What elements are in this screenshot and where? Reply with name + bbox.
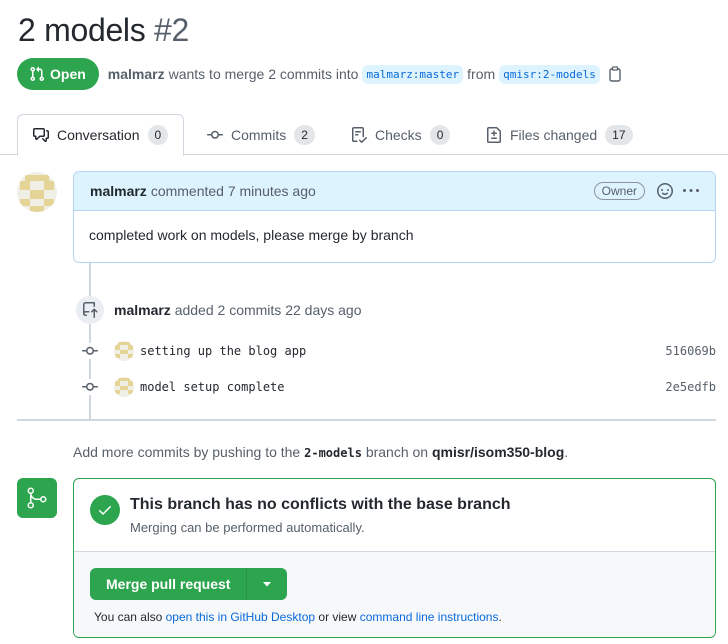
comment-author[interactable]: malmarz [90,183,147,199]
tab-counter: 0 [429,124,451,145]
comment-box: malmarz commented 7 minutes ago Owner co… [73,171,716,263]
also-text: You can also [94,610,163,624]
timeline-line [89,324,91,419]
tab-conversation[interactable]: Conversation 0 [17,114,185,156]
state-label: Open [50,66,86,82]
avatar[interactable] [114,341,134,361]
tab-label: Files changed [510,126,598,143]
merge-status: This branch has no conflicts with the ba… [74,479,715,552]
avatar[interactable] [17,172,57,212]
avatar[interactable] [114,377,134,397]
comment-body: completed work on models, please merge b… [89,227,414,243]
comment-timestamp[interactable]: commented 7 minutes ago [151,183,316,199]
git-pull-request-icon [30,66,45,82]
tab-files-changed[interactable]: Files changed 17 [486,114,633,155]
triangle-down-icon [263,582,272,587]
push-note-text: branch on [365,444,429,460]
repo-link[interactable]: qmisr/isom350-blog [432,444,564,460]
page-title: 2 models #2 [18,12,189,49]
pr-number: #2 [154,12,190,48]
git-commit-icon [82,343,98,359]
head-branch[interactable]: qmisr:2-models [499,64,600,84]
merge-box: This branch has no conflicts with the ba… [73,478,716,638]
commit-sha-link[interactable]: 516069b [665,344,716,358]
commit-message-link[interactable]: setting up the blog app [140,344,306,358]
comment-header: malmarz commented 7 minutes ago Owner [74,172,715,211]
tab-counter: 2 [294,124,315,145]
repo-push-badge [76,296,104,324]
check-badge [90,495,120,525]
merge-pull-request-button[interactable]: Merge pull request [90,568,248,600]
copy-icon[interactable] [608,66,622,82]
push-note: Add more commits by pushing to the 2-mod… [73,444,568,460]
tab-commits[interactable]: Commits 2 [207,114,315,155]
merge-status-title: This branch has no conflicts with the ba… [130,496,511,513]
merge-status-subtitle: Merging can be performed automatically. [130,520,365,535]
pr-meta: malmarz wants to merge 2 commits into ma… [108,64,622,84]
comment-discussion-icon [33,128,49,142]
push-note-text: Add more commits by pushing to the [73,444,301,460]
tab-counter: 17 [605,124,633,145]
owner-badge: Owner [593,182,645,200]
commits-event: malmarz added 2 commits 22 days ago [114,302,361,318]
git-commit-icon [207,130,223,139]
tab-counter: 0 [147,125,169,145]
also-text: . [498,610,502,624]
repo-push-icon [83,302,98,318]
event-author[interactable]: malmarz [114,302,171,318]
timeline-line [89,263,91,296]
github-desktop-link[interactable]: open this in GitHub Desktop [166,610,315,624]
smiley-icon[interactable] [657,183,673,199]
commit-sha-link[interactable]: 2e5edfb [665,380,716,394]
tab-label: Commits [231,126,287,143]
tab-label: Checks [375,126,422,143]
commit-message-link[interactable]: model setup complete [140,380,285,394]
commit-row: setting up the blog app 516069b [82,341,716,361]
merge-actions: Merge pull request You can also open thi… [74,552,715,637]
state-badge: Open [17,58,99,90]
merge-button-group: Merge pull request [90,568,288,600]
pr-author-link[interactable]: malmarz [108,66,165,82]
file-diff-icon [487,126,501,143]
merge-alternatives: You can also open this in GitHub Desktop… [94,610,502,624]
merge-icon-badge [17,478,57,518]
push-note-text: . [564,444,569,460]
pr-title: 2 models [18,12,146,48]
pr-tabs: Conversation 0 Commits 2 Checks 0 Files … [0,114,728,156]
tab-checks[interactable]: Checks 0 [351,114,451,155]
merge-text: wants to merge 2 commits into [168,66,359,82]
base-branch[interactable]: malmarz:master [362,64,464,84]
cli-instructions-link[interactable]: command line instructions [360,610,499,624]
also-text: or view [318,610,357,624]
kebab-horizontal-icon[interactable] [683,183,699,199]
check-icon [99,506,111,515]
git-merge-icon [27,487,47,509]
commit-row: model setup complete 2e5edfb [82,377,716,397]
merge-method-dropdown[interactable] [247,568,288,600]
timeline-divider [17,419,716,421]
git-commit-icon [82,379,98,395]
checklist-icon [352,126,367,143]
tab-label: Conversation [57,127,140,143]
event-text: added 2 commits 22 days ago [174,302,362,318]
from-text: from [467,66,496,82]
pr-state-row: Open malmarz wants to merge 2 commits in… [17,58,717,90]
push-note-branch: 2-models [304,446,362,460]
